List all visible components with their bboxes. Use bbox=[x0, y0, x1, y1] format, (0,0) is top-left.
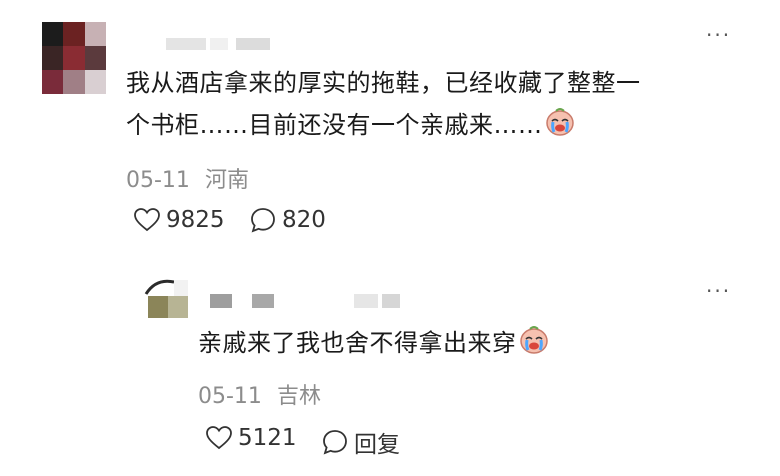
reply-avatar[interactable] bbox=[144, 274, 190, 320]
comment-text-line1: 我从酒店拿来的厚实的拖鞋，已经收藏了整整一 bbox=[126, 69, 641, 97]
speech-bubble-icon bbox=[251, 208, 275, 233]
comment-meta: 05-11 河南 bbox=[126, 162, 249, 194]
crying-face-emoji-icon bbox=[519, 326, 548, 354]
reply-label: 回复 bbox=[354, 432, 400, 458]
like-button[interactable]: 9825 bbox=[134, 207, 225, 233]
comment-text: 我从酒店拿来的厚实的拖鞋，已经收藏了整整一 个书柜……目前还没有一个亲戚来…… bbox=[126, 62, 641, 146]
reply-text-content: 亲戚来了我也舍不得拿出来穿 bbox=[198, 329, 517, 357]
reply-meta: 05-11 吉林 bbox=[198, 378, 321, 410]
crying-face-emoji-icon bbox=[545, 108, 574, 136]
speech-bubble-icon bbox=[323, 430, 347, 455]
comment-text-line2: 个书柜……目前还没有一个亲戚来…… bbox=[126, 111, 543, 139]
like-count: 9825 bbox=[166, 207, 225, 233]
reply-count-button[interactable]: 820 bbox=[250, 207, 326, 233]
reply-text: 亲戚来了我也舍不得拿出来穿 bbox=[198, 322, 549, 364]
heart-icon bbox=[206, 426, 232, 450]
reply-count: 820 bbox=[282, 207, 326, 233]
reply-date: 05-11 bbox=[198, 384, 262, 409]
comment-location: 河南 bbox=[204, 168, 249, 193]
heart-icon bbox=[134, 208, 160, 232]
reply-button[interactable]: 回复 bbox=[322, 425, 400, 459]
reply-more-options-button[interactable]: ··· bbox=[706, 281, 731, 301]
reply-like-count: 5121 bbox=[238, 425, 297, 451]
avatar[interactable] bbox=[42, 22, 106, 94]
reply-like-button[interactable]: 5121 bbox=[206, 425, 297, 451]
comment-date: 05-11 bbox=[126, 168, 190, 193]
more-options-button[interactable]: ··· bbox=[706, 25, 731, 45]
reply-location: 吉林 bbox=[276, 384, 321, 409]
